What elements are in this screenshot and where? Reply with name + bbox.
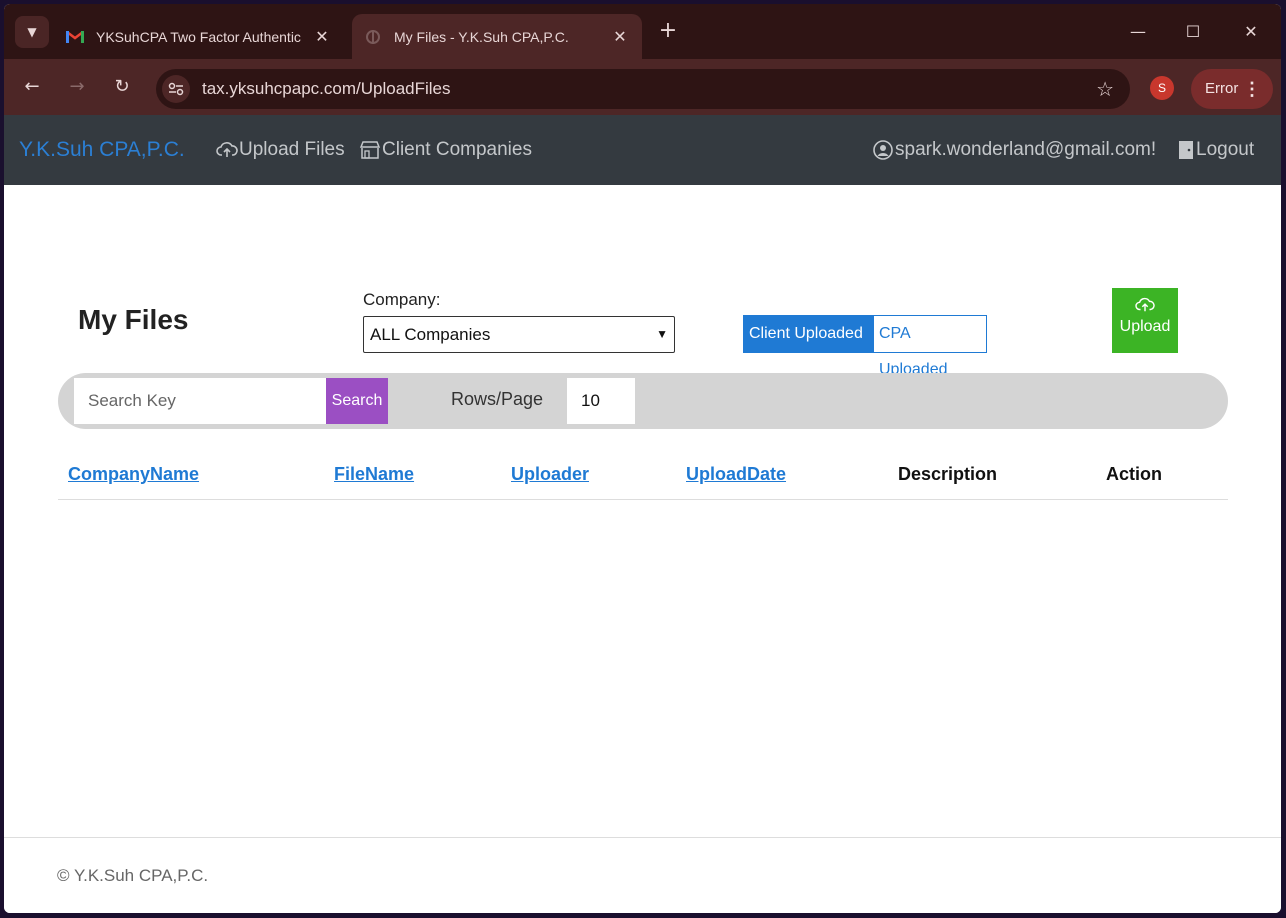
toggle-cpa-uploaded[interactable]: CPA Uploaded <box>873 315 987 378</box>
brand-link[interactable]: Y.K.Suh CPA,P.C. <box>19 115 185 185</box>
rows-per-page-label: Rows/Page <box>451 389 544 409</box>
tab-my-files[interactable]: My Files - Y.K.Suh CPA,P.C. ✕ <box>352 14 642 59</box>
nav-client-companies[interactable]: Client Companies <box>359 115 532 185</box>
copyright-text: © Y.K.Suh CPA,P.C. <box>57 866 209 885</box>
browser-toolbar: ← → ↻ tax.yksuhcpapc.com/UploadFiles ☆ S… <box>4 59 1281 115</box>
nav-logout-label: Logout <box>1196 139 1255 160</box>
new-tab-button[interactable]: + <box>654 18 682 46</box>
tab-title: YKSuhCPA Two Factor Authentic <box>96 28 301 45</box>
column-description: Description <box>898 464 998 484</box>
site-icon <box>364 28 382 46</box>
forward-icon[interactable]: → <box>63 73 91 101</box>
upload-button-label: Upload <box>1119 318 1171 335</box>
maximize-icon[interactable]: ☐ <box>1173 18 1213 46</box>
upload-button[interactable]: Upload <box>1112 288 1178 353</box>
tab-title: My Files - Y.K.Suh CPA,P.C. <box>394 28 569 45</box>
page-title: My Files <box>78 304 189 335</box>
tab-gmail[interactable]: YKSuhCPA Two Factor Authentic ✕ <box>54 14 344 59</box>
tab-search-button[interactable]: ▼ <box>15 16 49 48</box>
door-icon <box>1179 141 1193 159</box>
close-tab-icon[interactable]: ✕ <box>610 27 630 47</box>
cloud-upload-icon <box>1135 297 1155 312</box>
cloud-upload-icon <box>216 142 238 157</box>
shop-icon <box>359 141 381 159</box>
sort-company-name[interactable]: CompanyName <box>68 464 199 485</box>
toggle-client-uploaded[interactable]: Client Uploaded <box>743 315 873 353</box>
nav-client-companies-label: Client Companies <box>382 139 532 160</box>
company-select-value: ALL Companies <box>370 325 491 344</box>
search-bar: Search Key Search Rows/Page 10 <box>58 373 1228 429</box>
browser-window: ▼ YKSuhCPA Two Factor Authentic ✕ My Fil… <box>4 4 1281 913</box>
tab-strip: ▼ YKSuhCPA Two Factor Authentic ✕ My Fil… <box>4 4 1281 59</box>
search-button[interactable]: Search <box>326 378 388 424</box>
error-button[interactable]: Error ⋮ <box>1191 69 1273 109</box>
footer: © Y.K.Suh CPA,P.C. <box>4 837 1281 913</box>
site-settings-icon[interactable] <box>162 75 190 103</box>
chevron-down-icon: ▼ <box>656 327 668 341</box>
minimize-icon[interactable]: — <box>1118 18 1158 46</box>
nav-upload-files[interactable]: Upload Files <box>216 115 345 185</box>
nav-user-label: spark.wonderland@gmail.com! <box>895 139 1157 160</box>
column-action: Action <box>1106 464 1162 484</box>
error-label: Error <box>1205 80 1239 97</box>
site-navbar: Y.K.Suh CPA,P.C. Upload Files Client Com… <box>4 115 1281 185</box>
company-select[interactable]: ALL Companies ▼ <box>363 316 675 353</box>
table-header: CompanyName FileName Uploader UploadDate… <box>58 454 1228 500</box>
sort-upload-date[interactable]: UploadDate <box>686 464 786 485</box>
address-bar[interactable]: tax.yksuhcpapc.com/UploadFiles ☆ <box>156 69 1130 109</box>
person-circle-icon <box>873 140 893 160</box>
gmail-icon <box>66 28 84 46</box>
back-icon[interactable]: ← <box>18 73 46 101</box>
sort-file-name[interactable]: FileName <box>334 464 414 485</box>
profile-avatar[interactable]: S <box>1150 76 1174 100</box>
url-text: tax.yksuhcpapc.com/UploadFiles <box>202 79 451 98</box>
menu-kebab-icon: ⋮ <box>1243 79 1261 99</box>
chevron-down-icon: ▼ <box>27 25 37 39</box>
close-window-icon[interactable]: ✕ <box>1231 18 1271 46</box>
sort-uploader[interactable]: Uploader <box>511 464 589 485</box>
nav-logout[interactable]: Logout <box>1177 115 1254 185</box>
close-tab-icon[interactable]: ✕ <box>312 27 332 47</box>
company-label: Company: <box>363 290 441 309</box>
reload-icon[interactable]: ↻ <box>108 73 136 101</box>
search-input[interactable]: Search Key <box>74 378 326 424</box>
nav-user[interactable]: spark.wonderland@gmail.com! <box>872 115 1156 185</box>
nav-upload-files-label: Upload Files <box>239 139 345 160</box>
bookmark-star-icon[interactable]: ☆ <box>1096 77 1114 101</box>
rows-per-page-input[interactable]: 10 <box>567 378 635 424</box>
